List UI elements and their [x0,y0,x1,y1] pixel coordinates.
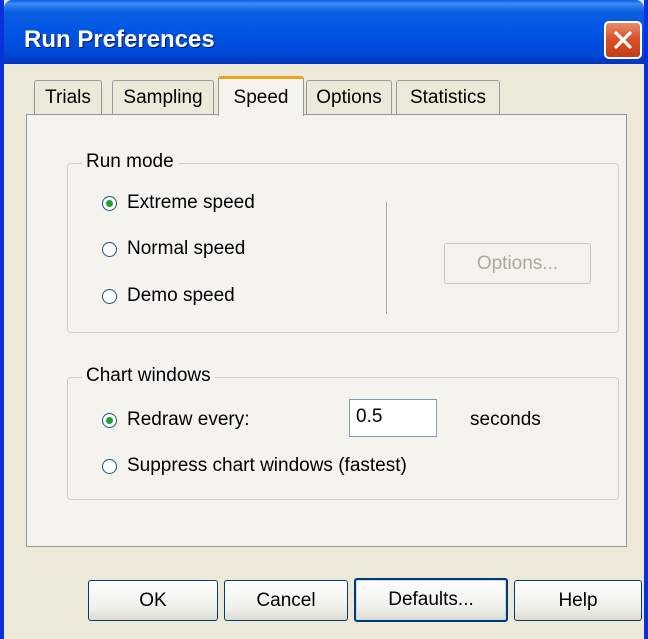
button-label: Options... [476,252,559,274]
radio-label: Extreme speed [127,192,255,213]
help-button[interactable]: Help [514,580,642,621]
ok-button[interactable]: OK [88,580,218,621]
radio-label: Demo speed [127,285,235,306]
tab-statistics[interactable]: Statistics [396,80,500,114]
cancel-button[interactable]: Cancel [224,580,348,621]
close-button[interactable] [604,21,642,59]
vertical-separator [386,202,388,314]
tab-trials[interactable]: Trials [34,80,102,114]
radio-button[interactable] [102,241,117,257]
radio-extreme-speed[interactable]: Extreme speed [102,192,255,214]
tab-label: Speed [233,86,289,108]
tab-label: Options [316,86,382,108]
run-mode-group: Run mode Extreme speed Normal speed Demo… [67,151,619,333]
radio-suppress-chart-windows[interactable]: Suppress chart windows (fastest) [102,455,407,477]
tab-panel-speed: Run mode Extreme speed Normal speed Demo… [26,114,627,547]
tab-label: Trials [45,86,91,108]
tab-sampling[interactable]: Sampling [112,80,214,114]
radio-button[interactable] [102,288,117,304]
redraw-interval-value: 0.5 [356,406,383,427]
radio-button[interactable] [102,195,117,211]
radio-label: Normal speed [127,238,246,259]
tab-label: Statistics [409,86,487,108]
defaults-button[interactable]: Defaults... [354,578,508,622]
radio-button[interactable] [102,458,117,474]
redraw-unit-label: seconds [470,409,541,430]
window-title: Run Preferences [24,26,215,53]
button-label: OK [139,589,167,611]
radio-demo-speed[interactable]: Demo speed [102,285,235,307]
radio-label: Suppress chart windows (fastest) [127,455,407,476]
tab-speed[interactable]: Speed [218,76,304,116]
button-label: Cancel [256,589,316,611]
radio-redraw-every[interactable]: Redraw every: [102,409,250,431]
run-mode-options-button[interactable]: Options... [444,243,591,284]
radio-label: Redraw every: [127,409,250,430]
dialog-window: Run Preferences Trials Sampling Speed Op… [0,0,648,639]
button-label: Defaults... [388,589,474,610]
chart-windows-group: Chart windows Redraw every: 0.5 seconds … [67,365,619,500]
redraw-interval-input[interactable]: 0.5 [349,399,437,437]
radio-button[interactable] [102,412,117,428]
chart-windows-label: Chart windows [82,365,215,387]
button-label: Help [558,589,598,611]
tab-label: Sampling [123,86,203,108]
close-icon [614,31,632,49]
tab-options[interactable]: Options [306,80,392,114]
run-mode-label: Run mode [82,151,178,173]
title-bar[interactable]: Run Preferences [4,0,644,64]
radio-normal-speed[interactable]: Normal speed [102,238,245,260]
